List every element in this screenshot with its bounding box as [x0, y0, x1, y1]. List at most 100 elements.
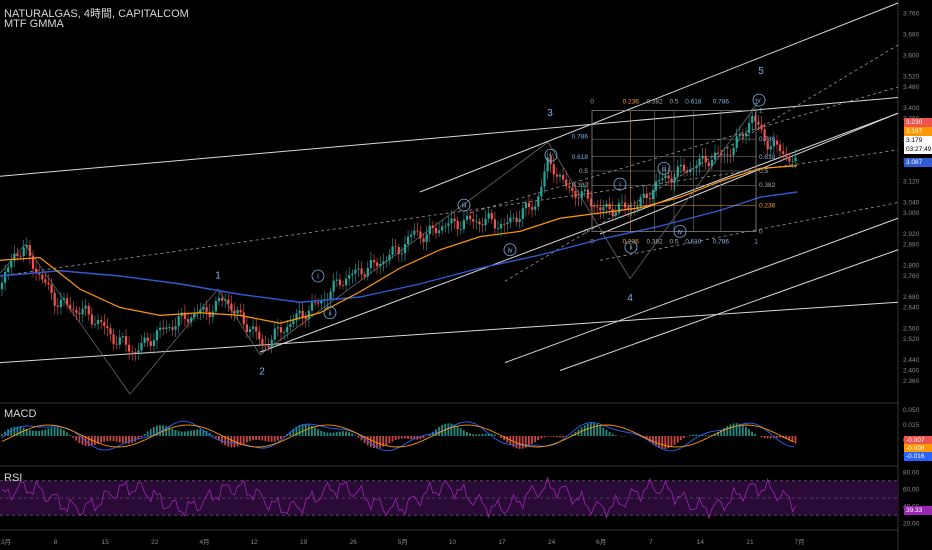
candle-body — [707, 162, 710, 167]
y-tick-label: 3.400 — [903, 105, 920, 112]
y-tick-label: 3.000 — [903, 210, 920, 217]
fib-right-label: 0 — [759, 228, 763, 235]
wave-label-major: 3 — [547, 108, 553, 119]
candle-body — [574, 190, 577, 198]
macd-histogram-bar — [196, 429, 199, 436]
price-tag: 3.087 — [904, 158, 932, 167]
candle-body — [304, 317, 307, 320]
candle-body — [106, 326, 109, 329]
macd-histogram-bar — [230, 436, 233, 448]
wave-label-minor: iii — [662, 166, 667, 173]
macd-histogram-bar — [332, 432, 335, 436]
candle-body — [695, 165, 698, 169]
x-tick-label: 6月 — [596, 538, 606, 546]
x-tick-label: 14 — [697, 539, 705, 546]
macd-histogram-bar — [128, 436, 130, 444]
macd-histogram-bar — [78, 436, 81, 443]
macd-histogram-bar — [214, 436, 217, 438]
candle-body — [741, 133, 744, 137]
candle-body — [565, 179, 568, 187]
candle-body — [496, 228, 500, 230]
candle-body — [676, 166, 679, 177]
wave-label-major: 1 — [215, 271, 221, 282]
y-tick-label: 2.360 — [903, 378, 920, 385]
candle-body — [658, 180, 661, 182]
macd-histogram-bar — [537, 436, 540, 441]
candle-body — [59, 299, 62, 307]
macd-histogram-bar — [69, 434, 71, 436]
candle-body — [735, 136, 738, 148]
candle-body — [112, 334, 115, 344]
y-tick-label: 2.800 — [903, 263, 920, 270]
y-tick-label: 2.760 — [903, 273, 920, 280]
candle-body — [369, 260, 372, 268]
rsi-tick-label: 20.00 — [903, 521, 920, 528]
candle-body — [97, 320, 100, 325]
candle-body — [273, 328, 276, 340]
candle-body — [397, 247, 400, 255]
candle-body — [363, 274, 366, 277]
macd-histogram-bar — [450, 423, 453, 436]
candle-body — [509, 217, 512, 223]
y-tick-label: 2.560 — [903, 326, 920, 333]
macd-histogram-bar — [397, 436, 400, 440]
candle-body — [385, 260, 388, 262]
macd-tick-label: 0.050 — [903, 407, 920, 414]
candle-body — [689, 169, 692, 173]
chart-canvas[interactable]: 3.7603.6803.6003.5203.4803.4003.3603.280… — [0, 0, 932, 550]
candle-body — [490, 213, 493, 220]
macd-histogram-bar — [100, 436, 102, 443]
macd-histogram-bar — [28, 429, 31, 436]
fib-upper-label: 0 — [590, 99, 594, 106]
macd-histogram-bar — [236, 436, 239, 447]
candle-body — [69, 304, 72, 310]
candle-body — [769, 146, 772, 150]
candle-body — [515, 217, 518, 223]
x-tick-label: 15 — [102, 539, 110, 546]
candle-body — [391, 246, 394, 255]
x-tick-label: 19 — [300, 539, 308, 546]
candle-body — [84, 305, 87, 309]
macd-histogram-bar — [614, 435, 617, 436]
macd-histogram-bar — [32, 430, 34, 436]
candle-body — [757, 121, 760, 125]
macd-histogram-bar — [763, 436, 766, 439]
macd-histogram-bar — [354, 435, 357, 436]
fib-right-label: 0.382 — [759, 182, 776, 189]
candle-body — [453, 218, 456, 222]
candle-body — [152, 340, 155, 347]
macd-histogram-bar — [326, 432, 329, 436]
candle-body — [503, 223, 506, 225]
macd-histogram-bar — [559, 436, 561, 438]
candle-body — [534, 206, 537, 210]
x-tick-label: 22 — [151, 539, 159, 546]
macd-histogram-bar — [794, 436, 797, 444]
candle-body — [620, 202, 624, 204]
macd-histogram-bar — [555, 436, 558, 438]
macd-histogram-bar — [41, 430, 44, 436]
macd-histogram-bar — [252, 436, 254, 441]
macd-histogram-bar — [707, 435, 710, 436]
candle-body — [729, 154, 732, 156]
candle-body — [524, 202, 527, 209]
macd-histogram-bar — [276, 436, 279, 441]
candle-body — [292, 320, 295, 325]
macd-histogram-bar — [692, 434, 695, 436]
candle-body — [738, 133, 741, 137]
macd-histogram-bar — [779, 436, 781, 438]
candle-body — [599, 207, 602, 211]
candle-body — [624, 202, 627, 208]
candle-body — [577, 197, 580, 199]
macd-histogram-bar — [611, 433, 614, 436]
candle-body — [87, 305, 90, 315]
macd-histogram-bar — [270, 436, 273, 442]
fib-upper-label: 0.236 — [623, 99, 640, 106]
fib-left-label: 0.618 — [572, 154, 589, 161]
candle-body — [521, 208, 524, 219]
candle-body — [670, 178, 673, 183]
macd-histogram-bar — [94, 436, 96, 446]
macd-histogram-bar — [540, 436, 543, 439]
fib-right-label: 0.5 — [759, 168, 768, 175]
x-tick-label: 12 — [250, 539, 258, 546]
candle-body — [472, 219, 475, 222]
